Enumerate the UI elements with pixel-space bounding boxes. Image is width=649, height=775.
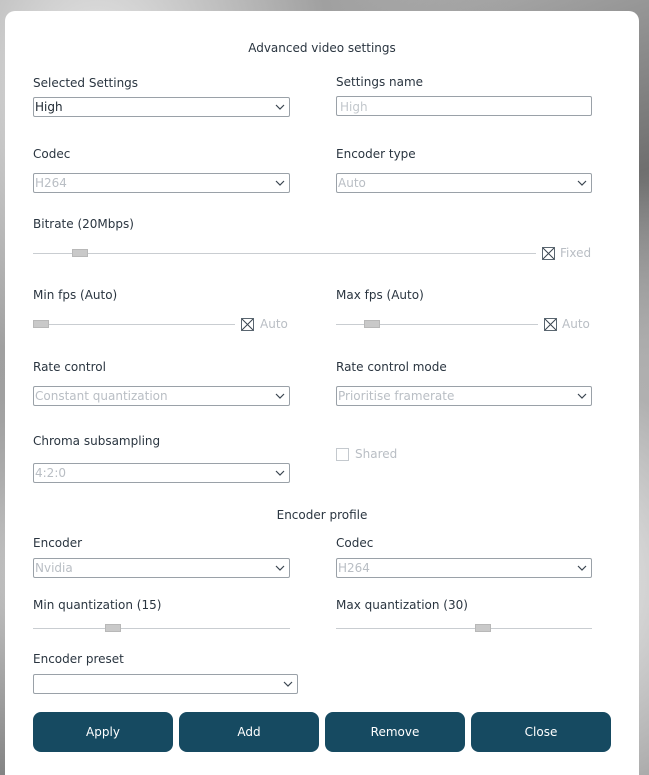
encoder-select[interactable]: Nvidia (33, 558, 290, 578)
chroma-subsampling-value: 4:2:0 (35, 466, 66, 480)
encoder-profile-title: Encoder profile (276, 508, 368, 522)
chevron-down-icon (577, 393, 587, 399)
codec-label: Codec (33, 147, 71, 161)
chevron-down-icon (577, 565, 587, 571)
profile-codec-label: Codec (336, 536, 374, 550)
bitrate-label: Bitrate (20Mbps) (33, 217, 134, 231)
max-quantization-slider-track[interactable] (336, 624, 592, 632)
close-button[interactable]: Close (471, 712, 611, 752)
add-button[interactable]: Add (179, 712, 319, 752)
chroma-subsampling-select[interactable]: 4:2:0 (33, 463, 290, 483)
bitrate-slider-track[interactable] (33, 249, 536, 257)
chevron-down-icon (275, 470, 285, 476)
remove-button[interactable]: Remove (325, 712, 465, 752)
min-quantization-slider-thumb[interactable] (105, 624, 121, 632)
encoder-preset-select[interactable] (33, 674, 298, 694)
rate-control-label: Rate control (33, 360, 106, 374)
min-fps-slider-thumb[interactable] (33, 320, 49, 328)
bitrate-slider-thumb[interactable] (72, 249, 88, 257)
min-quantization-slider-track[interactable] (33, 624, 290, 632)
rate-control-mode-value: Prioritise framerate (338, 389, 455, 403)
apply-button[interactable]: Apply (33, 712, 173, 752)
encoder-label: Encoder (33, 536, 83, 550)
max-quantization-label: Max quantization (30) (336, 598, 468, 612)
codec-value: H264 (35, 176, 67, 190)
encoder-preset-label: Encoder preset (33, 652, 124, 666)
max-quantization-slider-thumb[interactable] (475, 624, 491, 632)
max-fps-auto-label: Auto (562, 317, 590, 331)
max-fps-auto-checkbox[interactable] (544, 318, 557, 331)
min-fps-auto-checkbox[interactable] (241, 318, 254, 331)
chroma-subsampling-label: Chroma subsampling (33, 434, 161, 448)
selected-settings-label: Selected Settings (33, 76, 139, 90)
checkbox-cross-icon (242, 319, 253, 330)
shared-label: Shared (355, 447, 398, 461)
settings-name-label: Settings name (336, 75, 424, 89)
encoder-type-label: Encoder type (336, 147, 416, 161)
bitrate-fixed-label: Fixed (560, 246, 592, 260)
chevron-down-icon (275, 565, 285, 571)
chevron-down-icon (275, 180, 285, 186)
checkbox-cross-icon (545, 319, 556, 330)
min-fps-auto-label: Auto (260, 317, 288, 331)
rate-control-mode-label: Rate control mode (336, 360, 447, 374)
bitrate-fixed-checkbox[interactable] (542, 247, 555, 260)
chevron-down-icon (577, 180, 587, 186)
chevron-down-icon (275, 104, 285, 110)
rate-control-select[interactable]: Constant quantization (33, 386, 290, 406)
encoder-type-value: Auto (338, 176, 366, 190)
min-quantization-label: Min quantization (15) (33, 598, 162, 612)
chevron-down-icon (275, 393, 285, 399)
checkbox-cross-icon (543, 248, 554, 259)
rate-control-mode-select[interactable]: Prioritise framerate (336, 386, 592, 406)
encoder-type-select[interactable]: Auto (336, 173, 592, 193)
settings-name-input[interactable] (336, 96, 592, 116)
dialog-title: Advanced video settings (248, 41, 396, 55)
max-fps-slider-track[interactable] (336, 320, 538, 328)
shared-checkbox[interactable] (336, 448, 349, 461)
selected-settings-value: High (35, 100, 63, 114)
max-fps-label: Max fps (Auto) (336, 288, 424, 302)
profile-codec-value: H264 (338, 561, 370, 575)
selected-settings-select[interactable]: High (33, 97, 290, 117)
min-fps-label: Min fps (Auto) (33, 288, 118, 302)
codec-select[interactable]: H264 (33, 173, 290, 193)
max-fps-slider-thumb[interactable] (364, 320, 380, 328)
advanced-video-settings-dialog: Advanced video settings Selected Setting… (5, 11, 639, 775)
encoder-value: Nvidia (35, 561, 73, 575)
min-fps-slider-track[interactable] (33, 320, 235, 328)
chevron-down-icon (283, 681, 293, 687)
rate-control-value: Constant quantization (35, 389, 168, 403)
profile-codec-select[interactable]: H264 (336, 558, 592, 578)
